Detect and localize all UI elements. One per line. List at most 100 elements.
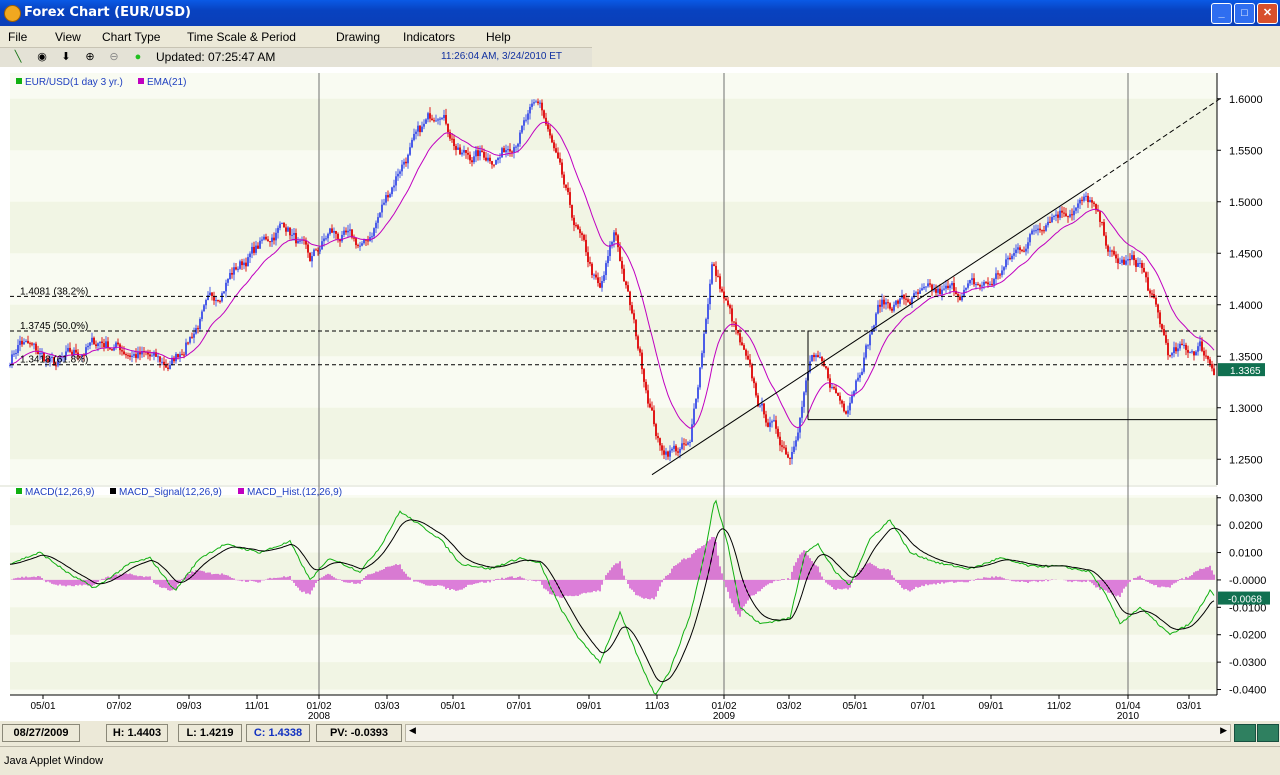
zoom-out-icon[interactable]: ⊖ xyxy=(106,50,122,65)
candle-body xyxy=(1179,343,1181,349)
candle-body xyxy=(869,334,871,346)
candle-body xyxy=(1183,344,1185,346)
candle-body xyxy=(603,275,605,282)
candle-body xyxy=(989,283,991,285)
candle-body xyxy=(979,285,981,287)
candle-body xyxy=(917,292,919,294)
candle-body xyxy=(995,273,997,279)
candle-body xyxy=(531,103,533,107)
horizontal-scrollbar[interactable]: ◀ ▶ xyxy=(405,724,1231,742)
candle-body xyxy=(287,227,289,232)
pencil-icon[interactable]: ╲ xyxy=(10,50,26,65)
candle-body xyxy=(1133,255,1135,261)
chart-canvas[interactable]: 1.4081 (38.2%) 1.3745 (50.0%) 1.3418 (61.8… xyxy=(0,67,1280,721)
candle-body xyxy=(199,318,201,330)
candle-body xyxy=(953,283,955,291)
candle-body xyxy=(67,347,69,352)
candle-body xyxy=(825,366,827,369)
target-icon[interactable]: ◉ xyxy=(34,50,50,65)
candle-body xyxy=(1065,213,1067,217)
candle-body xyxy=(177,353,179,358)
candle-body xyxy=(749,359,751,365)
maximize-button[interactable]: □ xyxy=(1234,3,1255,24)
candle-body xyxy=(1045,225,1047,231)
candle-body xyxy=(493,164,495,166)
candle-body xyxy=(799,417,801,433)
layout-icon[interactable] xyxy=(1234,724,1256,742)
candle-body xyxy=(387,195,389,198)
server-time: 11:26:04 AM, 3/24/2010 ET xyxy=(441,51,563,62)
candle-body xyxy=(941,289,943,295)
candle-body xyxy=(895,300,897,305)
candle-body xyxy=(149,354,151,357)
candle-body xyxy=(899,298,901,304)
last-macd-label: -0.0068 xyxy=(1228,595,1262,606)
menu-file[interactable]: File xyxy=(8,30,27,44)
candle-body xyxy=(739,333,741,343)
candle-body xyxy=(527,113,529,120)
menu-indicators[interactable]: Indicators xyxy=(403,30,455,44)
candle-body xyxy=(1165,335,1167,343)
candle-body xyxy=(97,343,99,347)
candle-body xyxy=(999,274,1001,276)
candle-body xyxy=(265,236,267,240)
candle-body xyxy=(681,443,683,449)
candle-body xyxy=(427,113,429,120)
candle-body xyxy=(1041,230,1043,232)
menu-view[interactable]: View xyxy=(55,30,81,44)
candle-body xyxy=(1009,257,1011,260)
candle-body xyxy=(987,282,989,285)
candle-body xyxy=(773,420,775,422)
menu-chart-type[interactable]: Chart Type xyxy=(102,30,160,44)
minimize-button[interactable]: _ xyxy=(1211,3,1232,24)
down-arrow-icon[interactable]: ⬇ xyxy=(58,50,74,65)
candle-body xyxy=(877,304,879,314)
chart-area[interactable]: 1.4081 (38.2%) 1.3745 (50.0%) 1.3418 (61.8… xyxy=(0,67,1280,721)
candle-body xyxy=(729,305,731,309)
candle-body xyxy=(1155,297,1157,305)
fib-level-label: 1.4081 (38.2%) xyxy=(20,286,88,297)
candle-body xyxy=(383,202,385,205)
menu-drawing[interactable]: Drawing xyxy=(336,30,380,44)
candle-body xyxy=(719,276,721,289)
candle-body xyxy=(1067,216,1069,218)
candle-body xyxy=(1035,230,1037,232)
candle-body xyxy=(389,194,391,198)
legend-swatch xyxy=(138,78,144,84)
menu-time-scale[interactable]: Time Scale & Period xyxy=(187,30,296,44)
price-tick-label: 1.4000 xyxy=(1229,300,1263,312)
scroll-left-icon[interactable]: ◀ xyxy=(409,725,416,736)
candle-body xyxy=(1029,234,1031,243)
candle-body xyxy=(1177,348,1179,352)
candle-body xyxy=(563,174,565,185)
candle-body xyxy=(69,347,71,352)
candle-body xyxy=(571,204,573,218)
close-button[interactable]: ✕ xyxy=(1257,3,1278,24)
candle-body xyxy=(361,243,363,246)
settings-icon[interactable] xyxy=(1257,724,1279,742)
menu-help[interactable]: Help xyxy=(486,30,511,44)
candle-body xyxy=(837,393,839,396)
zoom-in-icon[interactable]: ⊕ xyxy=(82,50,98,65)
macd-band xyxy=(10,607,1217,635)
candle-body xyxy=(135,354,137,358)
candle-body xyxy=(397,173,399,177)
status-bar: 08/27/2009 H: 1.4403 L: 1.4219 C: 1.4338… xyxy=(0,722,1280,743)
candle-body xyxy=(751,364,753,379)
candle-body xyxy=(313,249,315,257)
candle-body xyxy=(249,253,251,258)
candle-body xyxy=(551,135,553,143)
candle-body xyxy=(417,125,419,132)
candle-body xyxy=(715,265,717,276)
candle-body xyxy=(1101,221,1103,223)
candle-body xyxy=(689,441,691,443)
candle-body xyxy=(647,390,649,404)
scroll-right-icon[interactable]: ▶ xyxy=(1220,725,1227,736)
candle-body xyxy=(131,355,133,357)
candle-body xyxy=(485,157,487,161)
candle-body xyxy=(229,272,231,280)
candle-body xyxy=(627,285,629,292)
candle-body xyxy=(1167,342,1169,356)
candle-body xyxy=(425,119,427,124)
candle-body xyxy=(1021,250,1023,252)
